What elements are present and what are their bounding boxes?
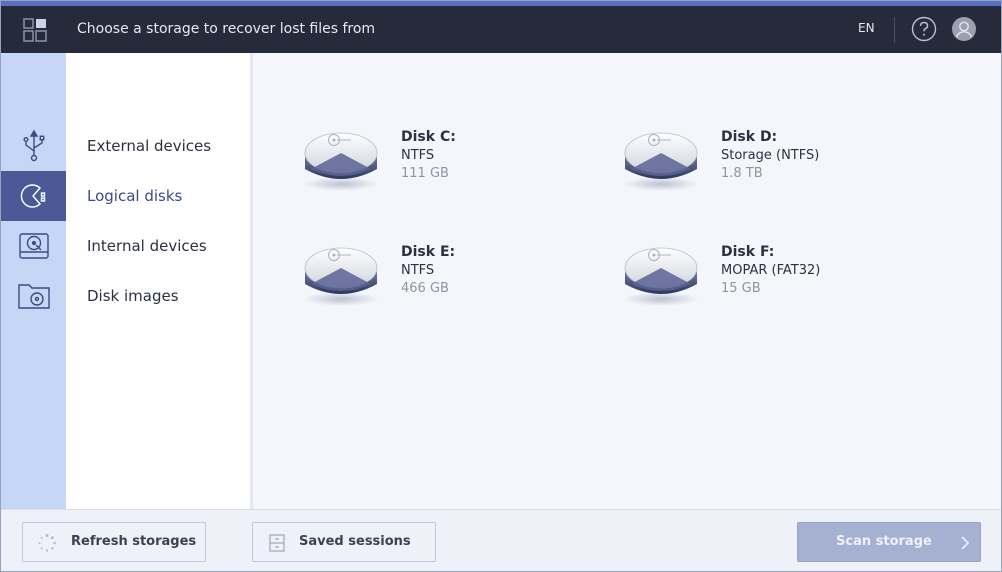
disk-size: 111 GB [401, 166, 449, 181]
disk-drive-icon [623, 247, 699, 306]
saved-sessions-label: Saved sessions [299, 534, 411, 549]
disk-item[interactable]: Disk F: MOPAR (FAT32) 15 GB [621, 240, 921, 320]
saved-sessions-button[interactable]: Saved sessions [252, 522, 436, 562]
disk-image-icon [17, 284, 50, 309]
disk-drive-icon [303, 132, 379, 191]
category-internal-devices[interactable]: Internal devices [87, 237, 207, 255]
refresh-storages-label: Refresh storages [71, 534, 197, 549]
window-title: Choose a storage to recover lost files f… [77, 21, 376, 37]
disk-size: 1.8 TB [721, 166, 763, 181]
category-list: External devices Logical disks Internal … [66, 53, 253, 509]
refresh-storages-button[interactable]: Refresh storages [22, 522, 206, 562]
bottom-toolbar: Refresh storages Saved sessions Scan sto… [1, 509, 1001, 571]
chevron-right-icon [961, 536, 970, 550]
disk-item[interactable]: Disk C: NTFS 111 GB [301, 125, 601, 205]
logical-disk-icon [20, 184, 45, 208]
disk-filesystem: MOPAR (FAT32) [721, 263, 821, 278]
help-icon[interactable] [911, 16, 937, 42]
titlebar-divider [894, 17, 895, 43]
disk-name: Disk F: [721, 244, 775, 260]
user-icon[interactable] [951, 16, 977, 42]
scan-storage-label: Scan storage [836, 534, 932, 549]
disk-name: Disk D: [721, 129, 778, 145]
disk-size: 15 GB [721, 281, 761, 296]
language-button[interactable]: EN [858, 21, 875, 35]
category-logical-disks[interactable]: Logical disks [87, 187, 182, 205]
rail-item-internal[interactable] [1, 221, 66, 271]
disk-name: Disk E: [401, 244, 456, 260]
category-external-devices[interactable]: External devices [87, 137, 211, 155]
disk-filesystem: NTFS [401, 263, 435, 278]
disk-filesystem: NTFS [401, 148, 435, 163]
disk-name: Disk C: [401, 129, 456, 145]
title-bar: Choose a storage to recover lost files f… [1, 1, 1001, 53]
disk-item[interactable]: Disk D: Storage (NTFS) 1.8 TB [621, 125, 921, 205]
rail-item-external[interactable] [1, 121, 66, 171]
disk-filesystem: Storage (NTFS) [721, 148, 820, 163]
hard-drive-icon [18, 233, 49, 259]
disk-item[interactable]: Disk E: NTFS 466 GB [301, 240, 601, 320]
storage-list: Disk C: NTFS 111 GB Disk D: Storage (NTF… [256, 53, 1001, 509]
rail-item-images[interactable] [1, 271, 66, 321]
disk-drive-icon [623, 132, 699, 191]
cabinet-icon [269, 534, 285, 552]
usb-icon [22, 129, 44, 162]
category-disk-images[interactable]: Disk images [87, 287, 179, 305]
app-window: Choose a storage to recover lost files f… [0, 0, 1002, 572]
rail-item-logical[interactable] [1, 171, 66, 221]
category-icon-rail [1, 53, 66, 509]
spinner-icon [38, 534, 56, 552]
disk-size: 466 GB [401, 281, 449, 296]
app-logo-icon [23, 18, 47, 42]
disk-drive-icon [303, 247, 379, 306]
scan-storage-button[interactable]: Scan storage [797, 522, 981, 562]
